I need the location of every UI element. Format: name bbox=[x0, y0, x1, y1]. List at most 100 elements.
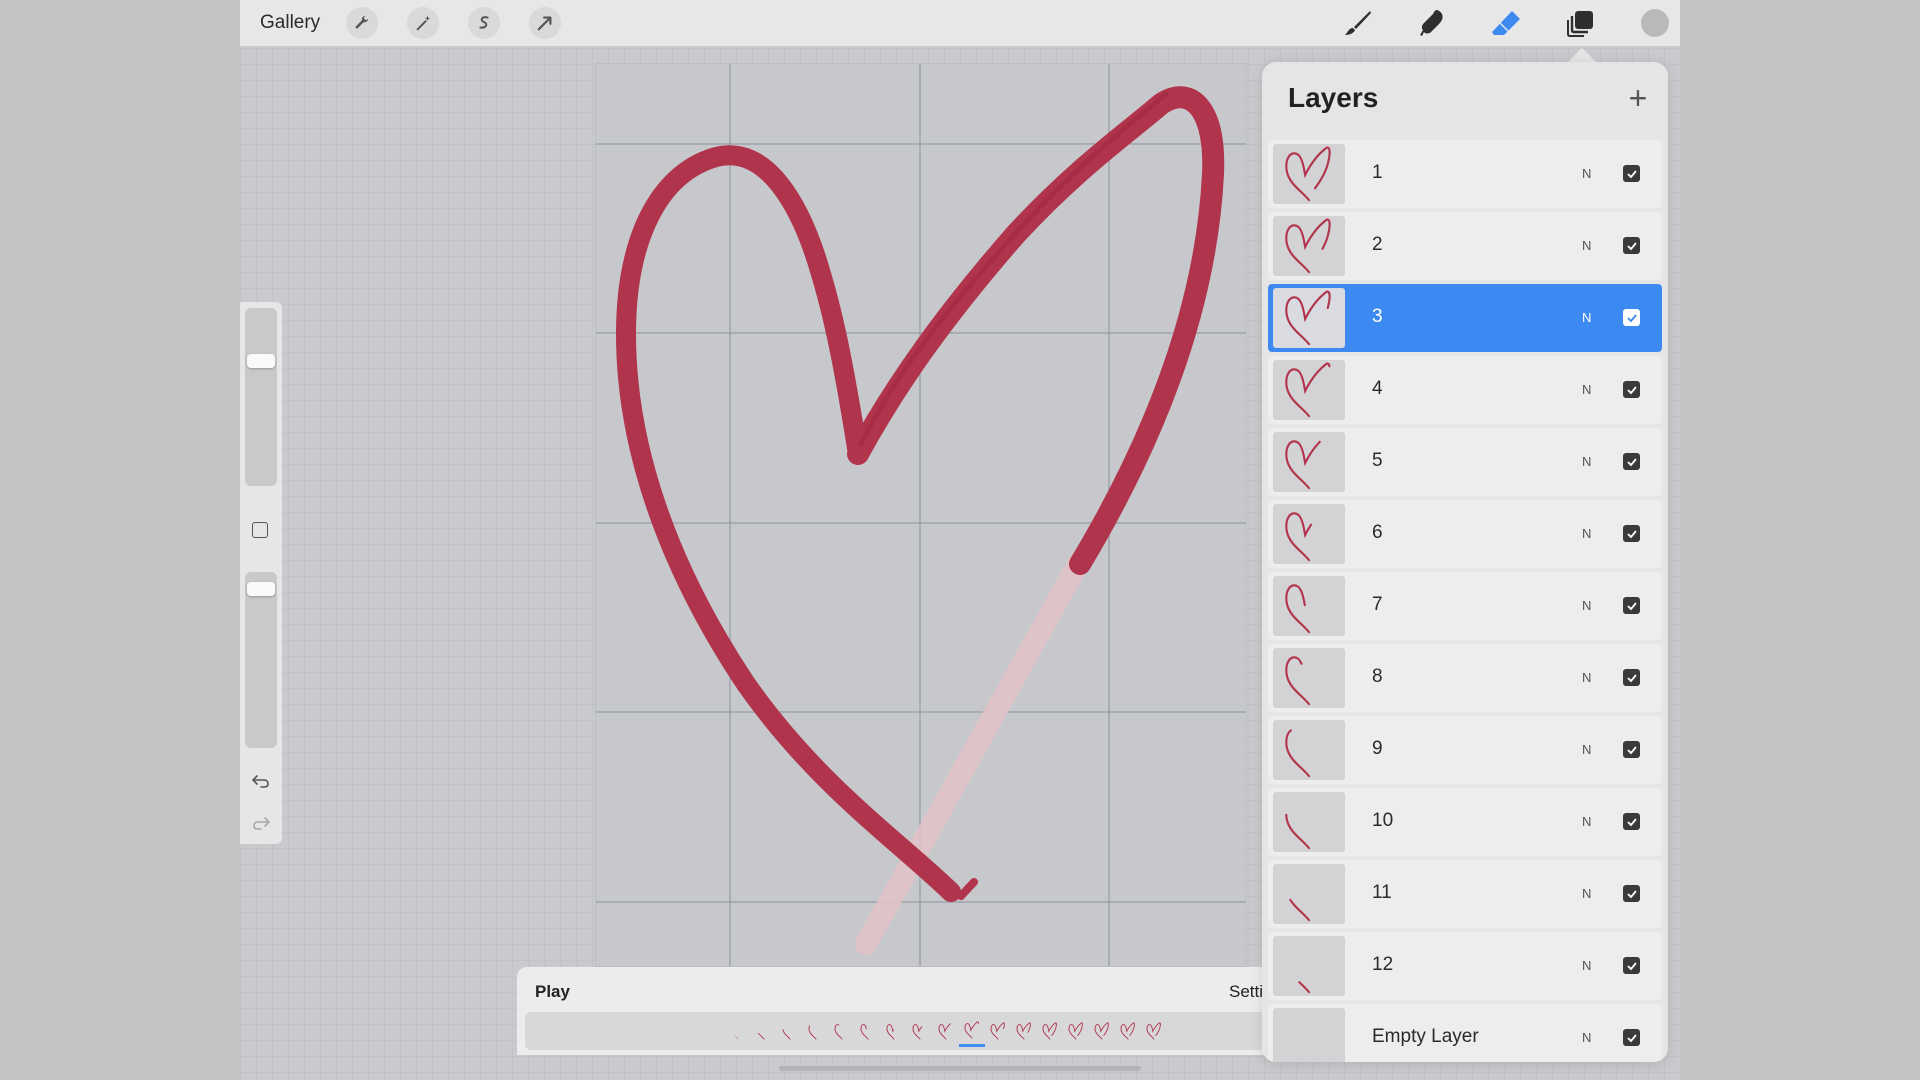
visibility-checkbox[interactable] bbox=[1623, 525, 1640, 542]
blend-mode-button[interactable]: N bbox=[1582, 526, 1591, 541]
checkmark-icon bbox=[1626, 961, 1637, 970]
visibility-checkbox[interactable] bbox=[1623, 813, 1640, 830]
color-picker-button[interactable] bbox=[1641, 9, 1669, 37]
opacity-knob[interactable] bbox=[247, 581, 275, 596]
visibility-checkbox[interactable] bbox=[1623, 165, 1640, 182]
layer-thumbnail-stroke bbox=[1285, 794, 1331, 850]
blend-mode-button[interactable]: N bbox=[1582, 958, 1591, 973]
layer-row[interactable]: 11 N bbox=[1268, 860, 1662, 928]
blend-mode-button[interactable]: N bbox=[1582, 454, 1591, 469]
layer-row[interactable]: 3N bbox=[1268, 284, 1662, 352]
blend-mode-button[interactable]: N bbox=[1582, 382, 1591, 397]
animation-frame[interactable] bbox=[855, 1015, 881, 1047]
undo-button[interactable] bbox=[250, 770, 272, 792]
blend-mode-button[interactable]: N bbox=[1582, 1030, 1591, 1045]
layer-row[interactable]: 7N bbox=[1268, 572, 1662, 640]
blend-mode-button[interactable]: N bbox=[1582, 670, 1591, 685]
layer-row[interactable]: 9N bbox=[1268, 716, 1662, 784]
animation-frame[interactable] bbox=[1011, 1015, 1037, 1047]
animation-frame[interactable] bbox=[777, 1015, 803, 1047]
blend-mode-button[interactable]: N bbox=[1582, 886, 1591, 901]
frame-thumbnail-stroke bbox=[886, 1022, 901, 1040]
smudge-button[interactable] bbox=[1415, 6, 1449, 40]
layer-row[interactable]: 10 N bbox=[1268, 788, 1662, 856]
brush-button[interactable] bbox=[1341, 6, 1375, 40]
visibility-checkbox[interactable] bbox=[1623, 237, 1640, 254]
frame-thumbnail-stroke bbox=[964, 1020, 979, 1039]
play-button[interactable]: Play bbox=[535, 982, 570, 1002]
animation-frame[interactable] bbox=[881, 1015, 907, 1047]
checkmark-icon bbox=[1626, 385, 1637, 394]
animation-frame[interactable] bbox=[933, 1015, 959, 1047]
blend-mode-button[interactable]: N bbox=[1582, 166, 1591, 181]
visibility-checkbox[interactable] bbox=[1623, 885, 1640, 902]
frame-thumbnail-stroke bbox=[1146, 1022, 1161, 1040]
transform-button[interactable] bbox=[529, 7, 561, 39]
brush-size-slider[interactable] bbox=[245, 308, 277, 486]
adjustments-button[interactable] bbox=[407, 7, 439, 39]
blend-mode-button[interactable]: N bbox=[1582, 238, 1591, 253]
drawing-canvas[interactable] bbox=[596, 64, 1246, 966]
visibility-checkbox[interactable] bbox=[1623, 669, 1640, 686]
checkmark-icon bbox=[1626, 241, 1637, 250]
visibility-checkbox[interactable] bbox=[1623, 1029, 1640, 1046]
frame-thumbnail-stroke bbox=[782, 1022, 797, 1040]
checkmark-icon bbox=[1626, 529, 1637, 538]
opacity-slider[interactable] bbox=[245, 572, 277, 748]
layer-row[interactable]: 8N bbox=[1268, 644, 1662, 712]
visibility-checkbox[interactable] bbox=[1623, 957, 1640, 974]
checkmark-icon bbox=[1626, 745, 1637, 754]
animation-frame[interactable] bbox=[1037, 1015, 1063, 1047]
animation-frame[interactable] bbox=[959, 1015, 985, 1047]
animation-frame[interactable] bbox=[725, 1015, 751, 1047]
brush-icon bbox=[1345, 11, 1371, 35]
visibility-checkbox[interactable] bbox=[1623, 381, 1640, 398]
blend-mode-button[interactable]: N bbox=[1582, 598, 1591, 613]
right-letterbox bbox=[1680, 0, 1920, 1080]
blend-mode-button[interactable]: N bbox=[1582, 742, 1591, 757]
checkmark-icon bbox=[1626, 457, 1637, 466]
animation-frame[interactable] bbox=[751, 1015, 777, 1047]
visibility-checkbox[interactable] bbox=[1623, 309, 1640, 326]
layers-button[interactable] bbox=[1564, 6, 1598, 40]
animation-frame[interactable] bbox=[803, 1015, 829, 1047]
gallery-button[interactable]: Gallery bbox=[260, 12, 320, 34]
blend-mode-button[interactable]: N bbox=[1582, 310, 1591, 325]
frame-thumbnail-stroke bbox=[938, 1022, 953, 1040]
animation-frame[interactable] bbox=[907, 1015, 933, 1047]
animation-frame[interactable] bbox=[1115, 1015, 1141, 1047]
timeline-track[interactable] bbox=[525, 1012, 1277, 1050]
visibility-checkbox[interactable] bbox=[1623, 597, 1640, 614]
redo-button[interactable] bbox=[250, 812, 272, 834]
layer-thumbnail bbox=[1273, 216, 1345, 276]
selection-button[interactable] bbox=[468, 7, 500, 39]
eraser-icon bbox=[1492, 11, 1520, 35]
layers-title: Layers bbox=[1288, 82, 1379, 113]
layer-row[interactable]: 2N bbox=[1268, 212, 1662, 280]
layer-row[interactable]: Empty Layer N bbox=[1268, 1004, 1662, 1062]
actions-button[interactable] bbox=[346, 7, 378, 39]
left-letterbox bbox=[0, 0, 240, 1080]
layer-row[interactable]: 12 N bbox=[1268, 932, 1662, 1000]
modify-button[interactable] bbox=[252, 522, 268, 538]
animation-frame[interactable] bbox=[1141, 1015, 1167, 1047]
visibility-checkbox[interactable] bbox=[1623, 453, 1640, 470]
layer-row[interactable]: 5N bbox=[1268, 428, 1662, 496]
frame-thumbnail-stroke bbox=[1120, 1022, 1135, 1040]
layer-thumbnail bbox=[1273, 936, 1345, 996]
visibility-checkbox[interactable] bbox=[1623, 741, 1640, 758]
layer-row[interactable]: 6N bbox=[1268, 500, 1662, 568]
heart-stroke-left bbox=[616, 145, 961, 902]
animation-frame[interactable] bbox=[1089, 1015, 1115, 1047]
animation-frame[interactable] bbox=[829, 1015, 855, 1047]
layer-row[interactable]: 4N bbox=[1268, 356, 1662, 424]
animation-frame[interactable] bbox=[1063, 1015, 1089, 1047]
eraser-button[interactable] bbox=[1489, 6, 1523, 40]
layer-thumbnail bbox=[1273, 1008, 1345, 1062]
layer-row[interactable]: 1N bbox=[1268, 140, 1662, 208]
brush-size-knob[interactable] bbox=[247, 353, 275, 368]
add-layer-button[interactable]: + bbox=[1620, 80, 1656, 116]
animation-frame[interactable] bbox=[985, 1015, 1011, 1047]
layers-panel: Layers + 1 N 2 N 3 N 4 N 5 N 6 N 7 N 8 N 9 N 10 N 11 N 12 N Empt… bbox=[1262, 62, 1668, 1062]
blend-mode-button[interactable]: N bbox=[1582, 814, 1591, 829]
